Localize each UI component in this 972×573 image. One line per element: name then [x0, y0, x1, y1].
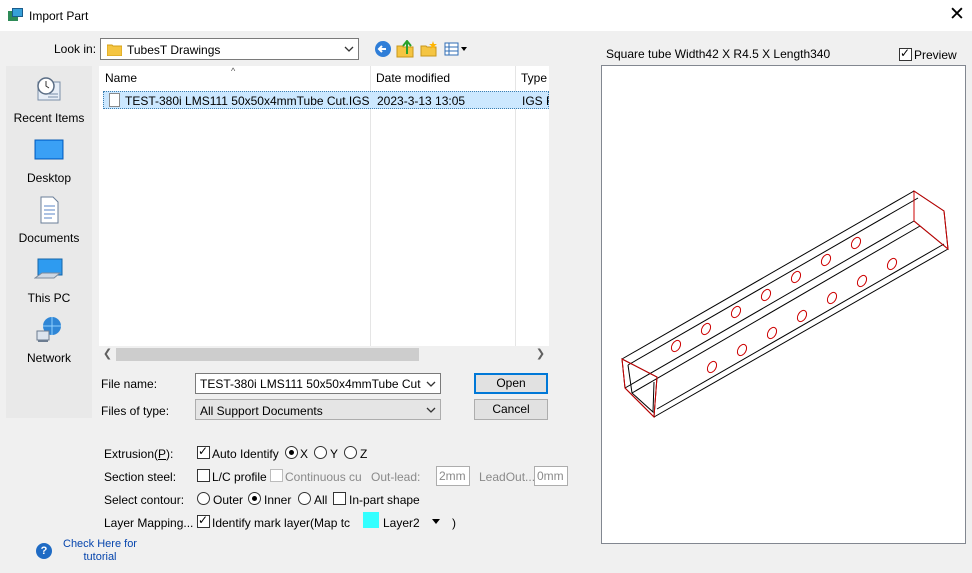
- documents-icon: [40, 196, 59, 224]
- contour-outer-radio[interactable]: [197, 492, 210, 505]
- back-icon[interactable]: [374, 40, 392, 58]
- places-bar: Recent Items Desktop Documents This PC N…: [6, 66, 92, 418]
- leadout-label: LeadOut...: [479, 470, 536, 484]
- filename-value: TEST-380i LMS111 50x50x4mmTube Cut: [200, 377, 421, 391]
- place-label: Recent Items: [13, 111, 85, 125]
- this-pc-icon: [34, 258, 63, 279]
- leadout-input[interactable]: 0mm: [534, 466, 568, 486]
- new-folder-icon[interactable]: [420, 40, 438, 58]
- chevron-down-icon: [426, 407, 436, 413]
- inpart-shape-checkbox[interactable]: [333, 492, 346, 505]
- lc-profile-checkbox[interactable]: [197, 469, 210, 482]
- identify-mark-layer-label: Identify mark layer(Map tc: [212, 516, 351, 530]
- section-steel-label: Section steel:: [104, 470, 177, 484]
- layer-color-swatch[interactable]: [363, 512, 379, 528]
- preview-checkbox[interactable]: [899, 46, 912, 61]
- axis-y-label: Y: [330, 447, 339, 461]
- place-label: This PC: [27, 291, 71, 305]
- file-type-cell: IGS Fi: [522, 94, 549, 108]
- cancel-button[interactable]: Cancel: [474, 399, 548, 420]
- place-this-pc[interactable]: This PC: [6, 250, 92, 308]
- close-icon[interactable]: ✕: [944, 4, 970, 26]
- lookin-combo[interactable]: TubesT Drawings: [100, 38, 359, 60]
- sort-up-icon: ^: [231, 66, 236, 76]
- column-header-date[interactable]: Date modified: [376, 71, 450, 85]
- contour-all-radio[interactable]: [298, 492, 311, 505]
- continuous-cut-label: Continuous cu: [285, 470, 362, 484]
- auto-identify-checkbox[interactable]: [197, 444, 210, 459]
- horizontal-scrollbar[interactable]: ❮ ❯: [99, 346, 549, 363]
- filename-input[interactable]: TEST-380i LMS111 50x50x4mmTube Cut: [195, 373, 441, 394]
- chevron-down-icon[interactable]: [426, 377, 436, 391]
- contour-outer-label: Outer: [213, 493, 244, 507]
- lookin-value: TubesT Drawings: [127, 43, 221, 57]
- place-label: Network: [26, 351, 71, 365]
- filetype-value: All Support Documents: [200, 404, 323, 418]
- outlead-label: Out-lead:: [371, 470, 421, 484]
- folder-icon: [107, 44, 122, 56]
- place-network[interactable]: Network: [6, 310, 92, 368]
- help-icon[interactable]: ?: [36, 543, 52, 559]
- scroll-thumb[interactable]: [116, 348, 419, 361]
- network-icon: [36, 317, 61, 342]
- preview-pane: [601, 65, 966, 544]
- place-documents[interactable]: Documents: [6, 190, 92, 248]
- preview-caption: Square tube Width42 X R4.5 X Length340: [606, 47, 831, 61]
- identify-mark-layer-checkbox[interactable]: [197, 513, 210, 528]
- filetype-label: Files of type:: [101, 404, 170, 418]
- lc-profile-label: L/C profile: [212, 470, 267, 484]
- app-icon: [8, 8, 23, 21]
- axis-z-radio[interactable]: [344, 446, 357, 459]
- file-list[interactable]: ^ Name Date modified Type TEST-380i LMS1…: [99, 66, 549, 346]
- contour-all-label: All: [314, 493, 328, 507]
- scroll-right-icon[interactable]: ❯: [532, 347, 549, 362]
- scroll-left-icon[interactable]: ❮: [99, 347, 116, 362]
- select-contour-label: Select contour:: [104, 493, 185, 507]
- place-label: Desktop: [26, 171, 72, 185]
- recent-items-icon: [37, 77, 61, 101]
- layer-name: Layer2: [383, 516, 420, 530]
- window-title: Import Part: [29, 9, 89, 23]
- column-header-name[interactable]: Name: [105, 71, 137, 85]
- continuous-cut-checkbox[interactable]: [270, 469, 283, 482]
- axis-y-radio[interactable]: [314, 446, 327, 459]
- tutorial-link[interactable]: Check Here for tutorial: [56, 538, 144, 564]
- view-menu-icon[interactable]: [444, 40, 470, 58]
- axis-x-label: X: [300, 447, 309, 461]
- layer-mapping-label[interactable]: Layer Mapping...: [104, 516, 193, 530]
- filetype-select[interactable]: All Support Documents: [195, 399, 441, 420]
- file-date-cell: 2023-3-13 13:05: [377, 94, 466, 108]
- open-button[interactable]: Open: [474, 373, 548, 394]
- inpart-shape-label: In-part shape: [349, 493, 420, 507]
- auto-identify-label: Auto Identify: [212, 447, 279, 461]
- lookin-label: Look in:: [54, 42, 97, 56]
- axis-z-label: Z: [360, 447, 368, 461]
- contour-inner-radio[interactable]: [248, 492, 261, 505]
- close-paren: ): [452, 516, 456, 530]
- file-row[interactable]: TEST-380i LMS111 50x50x4mmTube Cut.IGS 2…: [103, 91, 549, 109]
- outlead-input[interactable]: 2mm: [436, 466, 470, 486]
- desktop-icon: [34, 139, 64, 160]
- place-desktop[interactable]: Desktop: [6, 130, 92, 188]
- extrusion-label: Extrusion(P):: [104, 447, 174, 461]
- chevron-down-icon: [344, 46, 354, 52]
- place-label: Documents: [18, 231, 80, 245]
- place-recent-items[interactable]: Recent Items: [6, 70, 92, 128]
- preview-label: Preview: [914, 48, 957, 62]
- column-header-type[interactable]: Type: [521, 71, 547, 85]
- document-icon: [109, 93, 120, 107]
- up-folder-icon[interactable]: [396, 40, 414, 58]
- tube-preview-drawing: [621, 190, 949, 419]
- file-name-cell: TEST-380i LMS111 50x50x4mmTube Cut.IGS: [125, 94, 370, 108]
- layer-dropdown-icon[interactable]: [432, 519, 440, 525]
- title-bar: [0, 0, 972, 31]
- axis-x-radio[interactable]: [285, 446, 298, 459]
- contour-inner-label: Inner: [264, 493, 292, 507]
- filename-label: File name:: [101, 377, 158, 391]
